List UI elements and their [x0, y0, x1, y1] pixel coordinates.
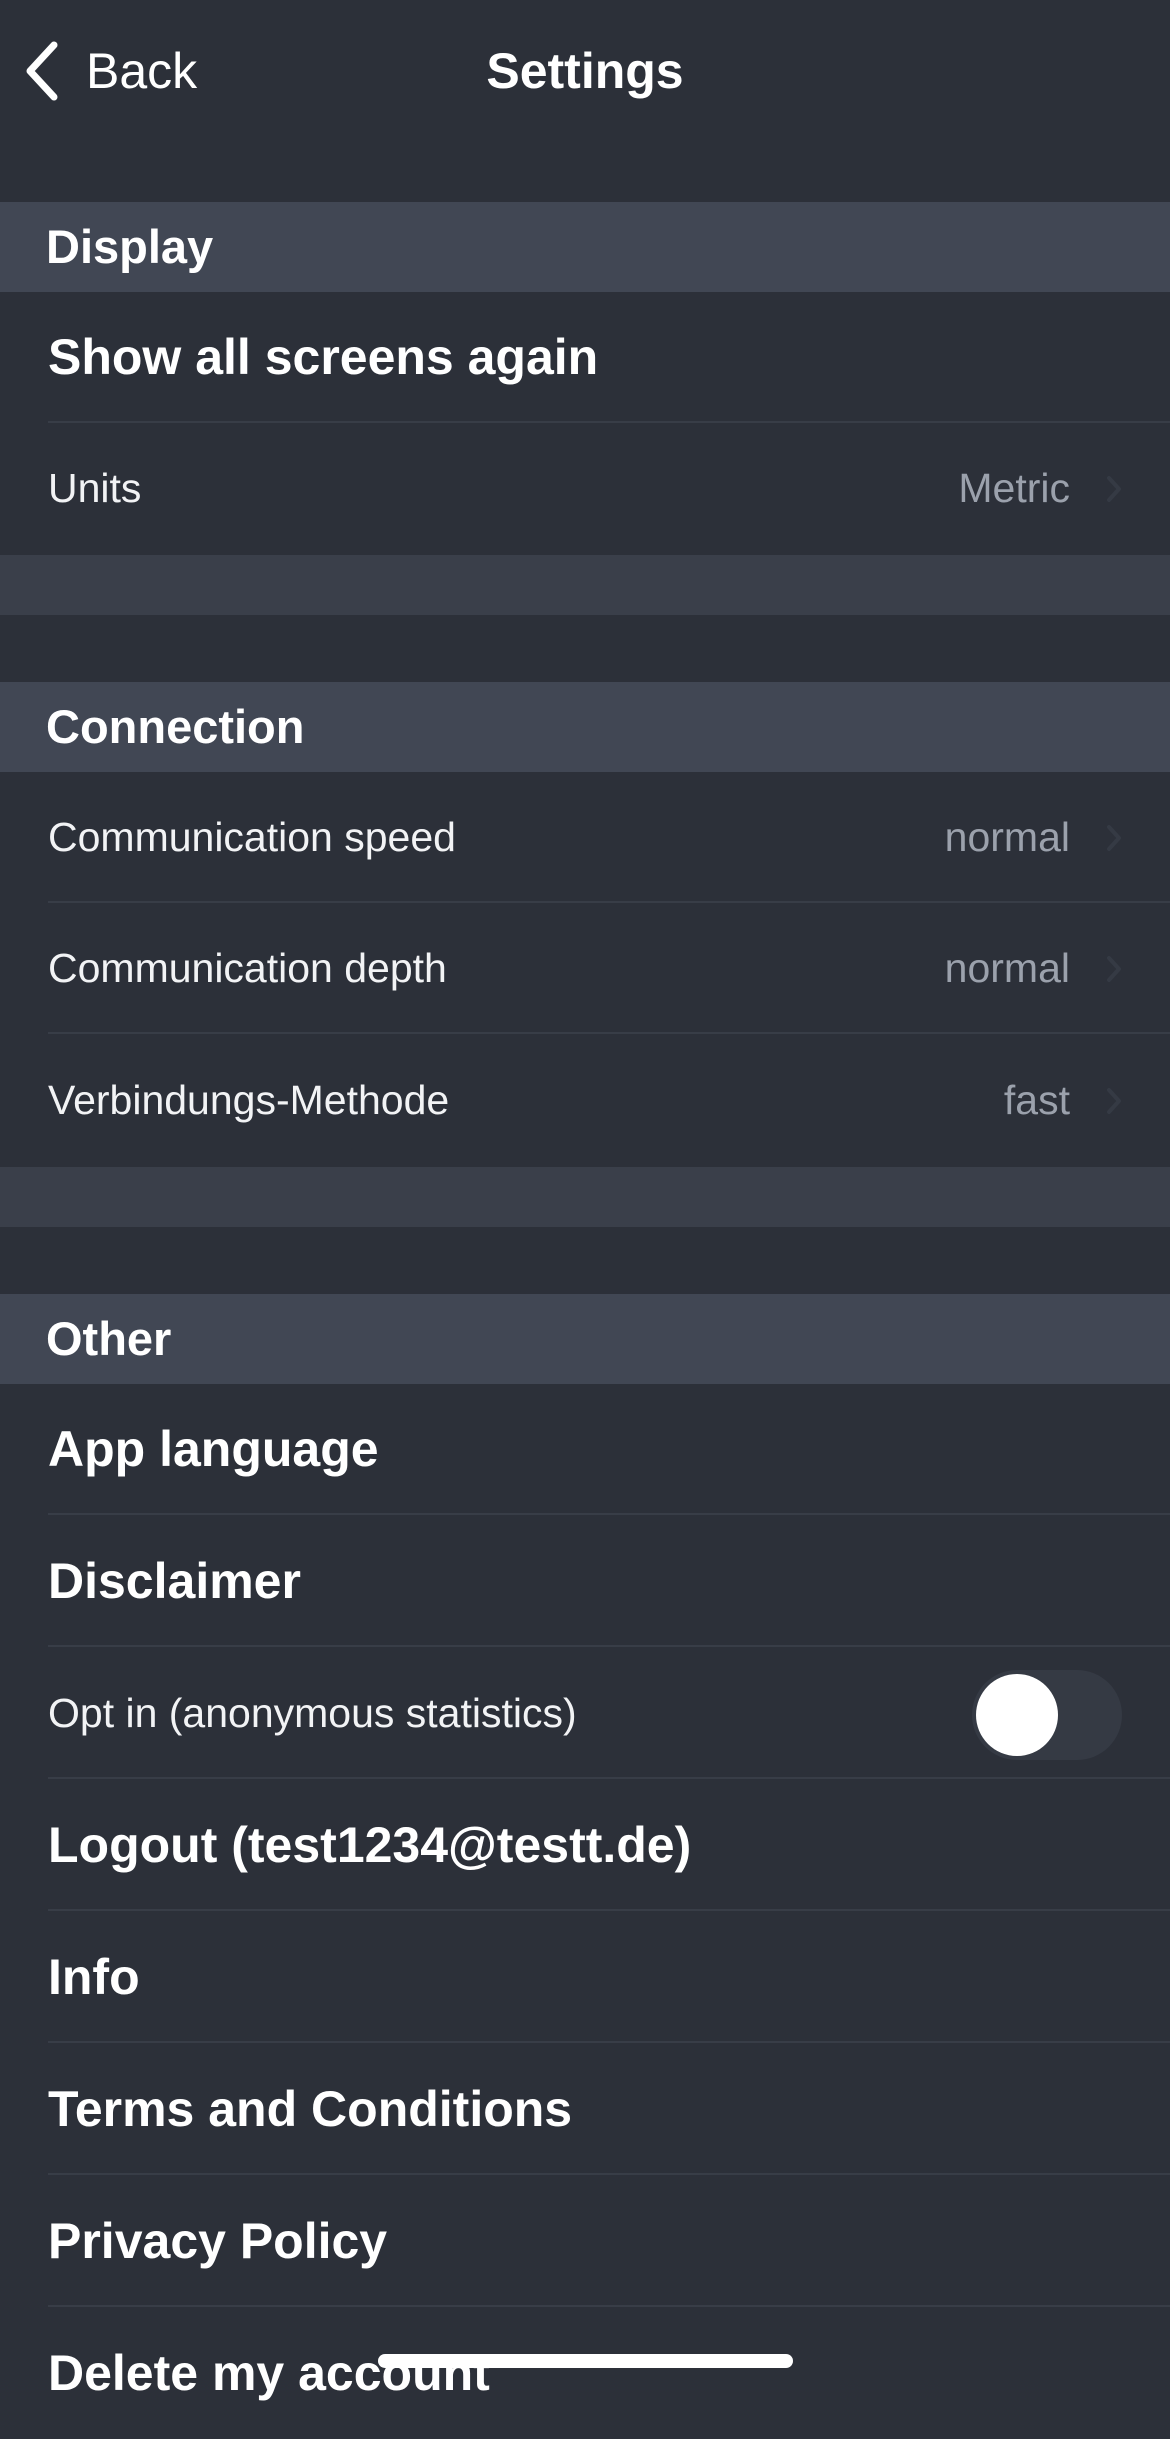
communication-depth-value: normal [944, 945, 1070, 991]
connection-method-label: Verbindungs-Methode [48, 1077, 450, 1123]
chevron-right-icon [1107, 1088, 1121, 1114]
privacy-row[interactable]: Privacy Policy [0, 2176, 1170, 2307]
communication-speed-value: normal [944, 814, 1070, 860]
disclaimer-label: Disclaimer [48, 1553, 301, 1609]
section-header-display: Display [0, 202, 1170, 292]
logout-label: Logout (test1234@testt.de) [48, 1817, 692, 1873]
units-row[interactable]: Units Metric [0, 423, 1170, 554]
section-title-display: Display [46, 220, 214, 273]
row-divider [48, 1909, 1170, 1911]
delete-account-label: Delete my account [48, 2345, 490, 2401]
terms-row[interactable]: Terms and Conditions [0, 2044, 1170, 2175]
communication-speed-row[interactable]: Communication speed normal [0, 772, 1170, 903]
disclaimer-row[interactable]: Disclaimer [0, 1516, 1170, 1647]
row-divider [48, 1777, 1170, 1779]
row-divider [48, 1032, 1170, 1034]
opt-in-row: Opt in (anonymous statistics) [0, 1648, 1170, 1779]
section-spacer [0, 1167, 1170, 1227]
info-row[interactable]: Info [0, 1912, 1170, 2043]
toggle-knob [976, 1674, 1058, 1756]
section-spacer [0, 555, 1170, 615]
row-divider [48, 1645, 1170, 1647]
chevron-right-icon [1107, 956, 1121, 982]
opt-in-toggle[interactable] [972, 1670, 1122, 1760]
privacy-label: Privacy Policy [48, 2213, 388, 2269]
units-value: Metric [958, 465, 1070, 511]
communication-speed-label: Communication speed [48, 814, 456, 860]
delete-account-row[interactable]: Delete my account [0, 2308, 1170, 2439]
navigation-bar: Back Settings [0, 0, 1170, 140]
chevron-right-icon [1107, 825, 1121, 851]
chevron-right-icon [1107, 476, 1121, 502]
page-title: Settings [486, 43, 684, 99]
logout-row[interactable]: Logout (test1234@testt.de) [0, 1780, 1170, 1911]
opt-in-label: Opt in (anonymous statistics) [48, 1690, 577, 1736]
communication-depth-row[interactable]: Communication depth normal [0, 903, 1170, 1034]
communication-depth-label: Communication depth [48, 945, 447, 991]
connection-method-row[interactable]: Verbindungs-Methode fast [0, 1035, 1170, 1166]
app-language-label: App language [48, 1421, 379, 1477]
row-divider [48, 2173, 1170, 2175]
app-language-row[interactable]: App language [0, 1384, 1170, 1515]
section-title-connection: Connection [46, 700, 305, 753]
row-divider [48, 2041, 1170, 2043]
row-divider [48, 2305, 1170, 2307]
section-header-other: Other [0, 1294, 1170, 1384]
units-label: Units [48, 465, 142, 511]
section-header-connection: Connection [0, 682, 1170, 772]
show-all-screens-label: Show all screens again [48, 329, 599, 385]
home-indicator [378, 2354, 793, 2368]
show-all-screens-row[interactable]: Show all screens again [0, 292, 1170, 423]
info-label: Info [48, 1949, 140, 2005]
row-divider [48, 1513, 1170, 1515]
connection-method-value: fast [1003, 1077, 1070, 1123]
section-title-other: Other [46, 1312, 172, 1365]
terms-label: Terms and Conditions [48, 2081, 573, 2137]
